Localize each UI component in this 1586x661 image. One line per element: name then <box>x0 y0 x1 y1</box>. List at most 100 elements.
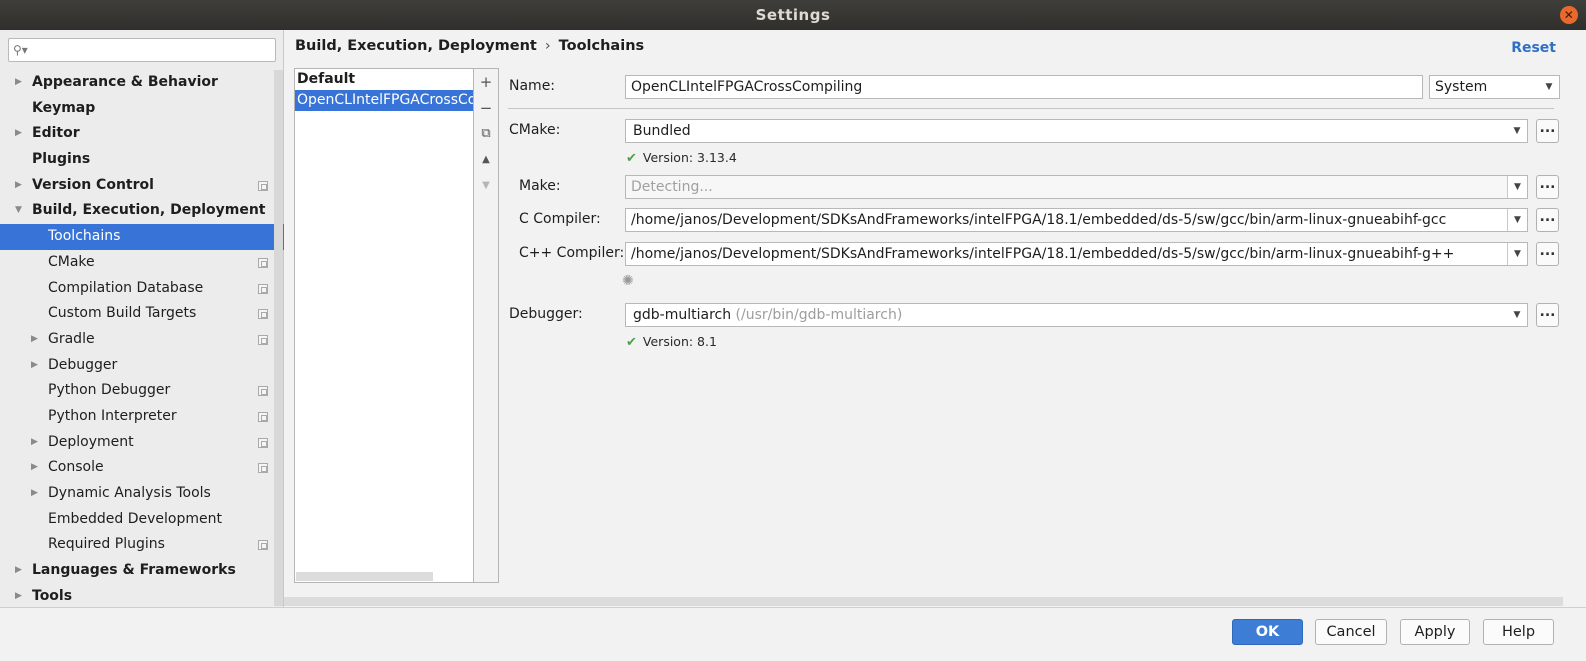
debugger-browse-button[interactable]: ... <box>1536 303 1559 327</box>
sidebar-item-python-debugger[interactable]: Python Debugger <box>0 378 284 404</box>
sidebar-item-python-interpreter[interactable]: Python Interpreter <box>0 404 284 430</box>
chevron-right-icon[interactable]: ▶ <box>31 455 41 481</box>
search-input[interactable]: ⚲▾ <box>8 38 276 62</box>
reset-link[interactable]: Reset <box>1511 40 1556 56</box>
make-browse-button[interactable]: ... <box>1536 175 1559 199</box>
sidebar-item-label: Custom Build Targets <box>48 305 197 322</box>
chevron-right-icon[interactable]: ▶ <box>15 173 25 199</box>
sidebar-item-tools[interactable]: ▶ Tools <box>0 584 284 610</box>
sidebar-scrollbar[interactable] <box>274 70 283 606</box>
cpp-compiler-select[interactable]: /home/janos/Development/SDKsAndFramework… <box>625 242 1528 266</box>
debugger-select[interactable]: gdb-multiarch (/usr/bin/gdb-multiarch) ▼ <box>625 303 1528 327</box>
c-compiler-select[interactable]: /home/janos/Development/SDKsAndFramework… <box>625 208 1528 232</box>
separator <box>508 108 1554 109</box>
remove-icon[interactable]: − <box>474 95 498 121</box>
sidebar-item-console[interactable]: ▶ Console <box>0 455 284 481</box>
check-icon: ✔ <box>626 335 637 350</box>
sidebar-item-required-plugins[interactable]: Required Plugins <box>0 532 284 558</box>
project-scope-icon <box>258 180 268 191</box>
cpp-compiler-browse-button[interactable]: ... <box>1536 242 1559 266</box>
debugger-version: Version: 8.1 <box>642 334 717 349</box>
settings-tree: ▶ Appearance & Behavior Keymap ▶ Editor Plugi… <box>0 70 284 609</box>
c-compiler-label: C Compiler: <box>519 211 601 227</box>
name-label: Name: <box>509 78 556 94</box>
sidebar-item-cmake[interactable]: CMake <box>0 250 284 276</box>
chevron-right-icon[interactable]: ▶ <box>31 353 41 379</box>
chevron-right-icon[interactable]: ▶ <box>15 558 25 584</box>
copy-icon[interactable]: ⧉ <box>474 121 498 147</box>
chevron-right-icon[interactable]: ▶ <box>31 327 41 353</box>
name-input-value: OpenCLIntelFPGACrossCompiling <box>631 79 863 95</box>
loading-spinner-icon: ✺ <box>622 273 634 289</box>
close-icon[interactable]: ✕ <box>1560 6 1578 24</box>
environment-value: System <box>1435 79 1488 95</box>
sidebar-item-label: Deployment <box>48 433 134 450</box>
cancel-button[interactable]: Cancel <box>1315 619 1387 645</box>
sidebar-item-gradle[interactable]: ▶ Gradle <box>0 327 284 353</box>
sidebar-item-toolchains[interactable]: Toolchains <box>0 224 284 250</box>
sidebar-item-label: Languages & Frameworks <box>32 562 236 579</box>
project-scope-icon <box>258 283 268 294</box>
chevron-right-icon[interactable]: ▶ <box>31 481 41 507</box>
move-up-icon[interactable]: ▲ <box>474 147 498 173</box>
ok-button[interactable]: OK <box>1232 619 1303 645</box>
chevron-down-icon: ▼ <box>1507 304 1527 326</box>
sidebar-item-plugins[interactable]: Plugins <box>0 147 284 173</box>
name-input[interactable]: OpenCLIntelFPGACrossCompiling <box>625 75 1423 99</box>
settings-sidebar: ⚲▾ ▶ Appearance & Behavior Keymap ▶ Editor Pl… <box>0 30 284 607</box>
project-scope-icon <box>258 257 268 268</box>
environment-select[interactable]: System ▼ <box>1429 75 1560 99</box>
chevron-down-icon[interactable]: ▼ <box>15 198 25 224</box>
content-scrollbar[interactable] <box>284 597 1563 606</box>
sidebar-item-label: Plugins <box>32 151 91 168</box>
project-scope-icon <box>258 411 268 422</box>
project-scope-icon <box>258 463 268 474</box>
sidebar-item-label: Embedded Development <box>48 510 222 527</box>
breadcrumb-parent[interactable]: Build, Execution, Deployment <box>295 38 537 54</box>
chevron-right-icon[interactable]: ▶ <box>15 70 25 96</box>
sidebar-item-label: Required Plugins <box>48 536 165 553</box>
sidebar-item-appearance-behavior[interactable]: ▶ Appearance & Behavior <box>0 70 284 96</box>
toolchain-list: Default OpenCLIntelFPGACrossCompiling <box>294 68 474 583</box>
add-icon[interactable]: + <box>474 69 498 95</box>
sidebar-item-label: Python Debugger <box>48 382 171 399</box>
sidebar-item-custom-build-targets[interactable]: Custom Build Targets <box>0 301 284 327</box>
breadcrumb-current: Toolchains <box>558 38 645 54</box>
apply-button[interactable]: Apply <box>1400 619 1470 645</box>
cmake-select[interactable]: Bundled ▼ <box>625 119 1528 143</box>
sidebar-item-label: Toolchains <box>48 228 121 245</box>
debugger-path: (/usr/bin/gdb-multiarch) <box>735 307 903 323</box>
sidebar-item-debugger[interactable]: ▶ Debugger <box>0 353 284 379</box>
sidebar-item-deployment[interactable]: ▶ Deployment <box>0 430 284 456</box>
make-select[interactable]: Detecting... ▼ <box>625 175 1528 199</box>
toolchain-item-default[interactable]: Default <box>295 69 473 90</box>
project-scope-icon <box>258 437 268 448</box>
sidebar-item-label: CMake <box>48 253 95 270</box>
window-titlebar: Settings ✕ <box>0 0 1586 30</box>
project-scope-icon <box>258 309 268 320</box>
sidebar-item-languages-frameworks[interactable]: ▶ Languages & Frameworks <box>0 558 284 584</box>
sidebar-item-version-control[interactable]: ▶ Version Control <box>0 173 284 199</box>
sidebar-item-dynamic-analysis-tools[interactable]: ▶ Dynamic Analysis Tools <box>0 481 284 507</box>
sidebar-item-label: Version Control <box>32 176 154 193</box>
sidebar-item-label: Tools <box>32 587 73 604</box>
chevron-down-icon: ▼ <box>1539 76 1559 98</box>
toolchain-toolbar: + − ⧉ ▲ ▼ <box>474 68 499 583</box>
chevron-right-icon[interactable]: ▶ <box>15 121 25 147</box>
sidebar-item-keymap[interactable]: Keymap <box>0 96 284 122</box>
cpp-compiler-label: C++ Compiler: <box>519 245 625 261</box>
debugger-version-hint: ✔ Version: 8.1 <box>626 334 717 350</box>
toolchain-item-opencl[interactable]: OpenCLIntelFPGACrossCompiling <box>295 90 473 111</box>
c-compiler-browse-button[interactable]: ... <box>1536 208 1559 232</box>
sidebar-item-compilation-database[interactable]: Compilation Database <box>0 276 284 302</box>
help-button[interactable]: Help <box>1483 619 1554 645</box>
chevron-right-icon[interactable]: ▶ <box>31 430 41 456</box>
toolchain-list-scrollbar[interactable] <box>296 572 433 581</box>
chevron-right-icon[interactable]: ▶ <box>15 584 25 610</box>
project-scope-icon <box>258 334 268 345</box>
sidebar-item-build-execution-deployment[interactable]: ▼ Build, Execution, Deployment <box>0 198 284 224</box>
sidebar-item-editor[interactable]: ▶ Editor <box>0 121 284 147</box>
cmake-browse-button[interactable]: ... <box>1536 119 1559 143</box>
sidebar-item-embedded-development[interactable]: Embedded Development <box>0 507 284 533</box>
sidebar-item-label: Compilation Database <box>48 279 204 296</box>
